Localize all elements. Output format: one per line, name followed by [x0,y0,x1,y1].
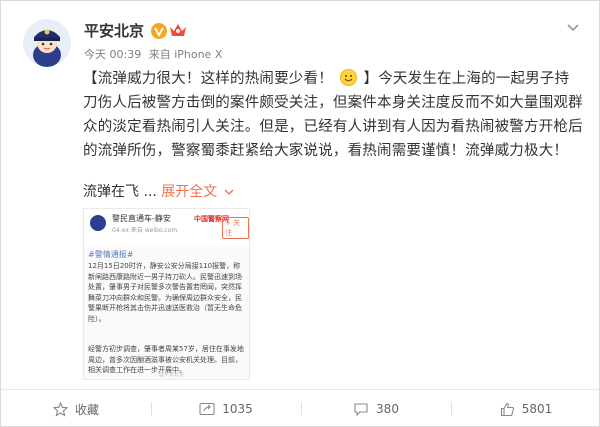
post-text-part1: 【流弹威力很大！这样的热闹要少看！ [83,71,333,87]
weibo-post-card: 平安北京 今天 00:39 来自 iPhone X 【流弹威力很大！这样的热闹要… [0,0,600,427]
post-meta: 今天 00:39 来自 iPhone X [84,46,226,62]
chevron-down-icon[interactable] [566,23,580,33]
comment-button[interactable]: 380 [301,390,451,426]
comment-icon [354,402,368,416]
like-button[interactable]: 5801 [451,390,599,426]
favorite-button[interactable]: 收藏 [1,390,151,426]
read-more-row: 流弹在飞 ... 展开全文 [83,181,234,201]
embedded-subline: 04-xx 来自 weibo.com [112,227,178,234]
expand-full-text-link[interactable]: 展开全文 [161,184,217,200]
embedded-header: 警民直通车-静安 04-xx 来自 weibo.com 中国警察网 + 关注 [84,209,249,247]
repost-button[interactable]: 1035 [151,390,301,426]
share-icon [199,402,215,416]
post-time[interactable]: 今天 00:39 [84,48,141,61]
embedded-paragraph-1: 12月15日20时许，静安公安分局接110报警，称新闸路西康路附近一男子持刀砍人… [88,262,242,323]
embedded-avatar [90,215,106,231]
author-avatar[interactable] [23,19,71,67]
repost-count: 1035 [222,402,253,416]
embedded-watermark: @平安北京 [159,372,185,378]
post-text: 【流弹威力很大！这样的热闹要少看！ 】今天发生在上海的一起男子持刀伤人后被警方击… [83,67,583,163]
attached-image[interactable]: 警民直通车-静安 04-xx 来自 weibo.com 中国警察网 + 关注 #… [83,208,250,380]
embedded-follow-button: + 关注 [222,217,249,239]
vip-crown-icon [170,24,186,36]
post-source[interactable]: 来自 iPhone X [149,48,223,61]
star-icon [52,401,68,417]
truncated-text: 流弹在飞 ... [83,184,157,200]
thumbs-up-icon [500,402,514,416]
comment-count: 380 [376,402,399,416]
embedded-hashtag: #警情通报# [88,250,134,259]
author-name[interactable]: 平安北京 [84,20,144,41]
chevron-down-icon[interactable] [224,188,234,196]
embedded-account-name: 警民直通车-静安 [112,214,171,223]
like-count: 5801 [521,402,553,416]
favorite-label: 收藏 [74,402,99,417]
smile-emoji-icon [339,69,357,86]
action-bar: 收藏 1035 380 5801 [1,390,599,426]
verified-icon [151,23,167,39]
